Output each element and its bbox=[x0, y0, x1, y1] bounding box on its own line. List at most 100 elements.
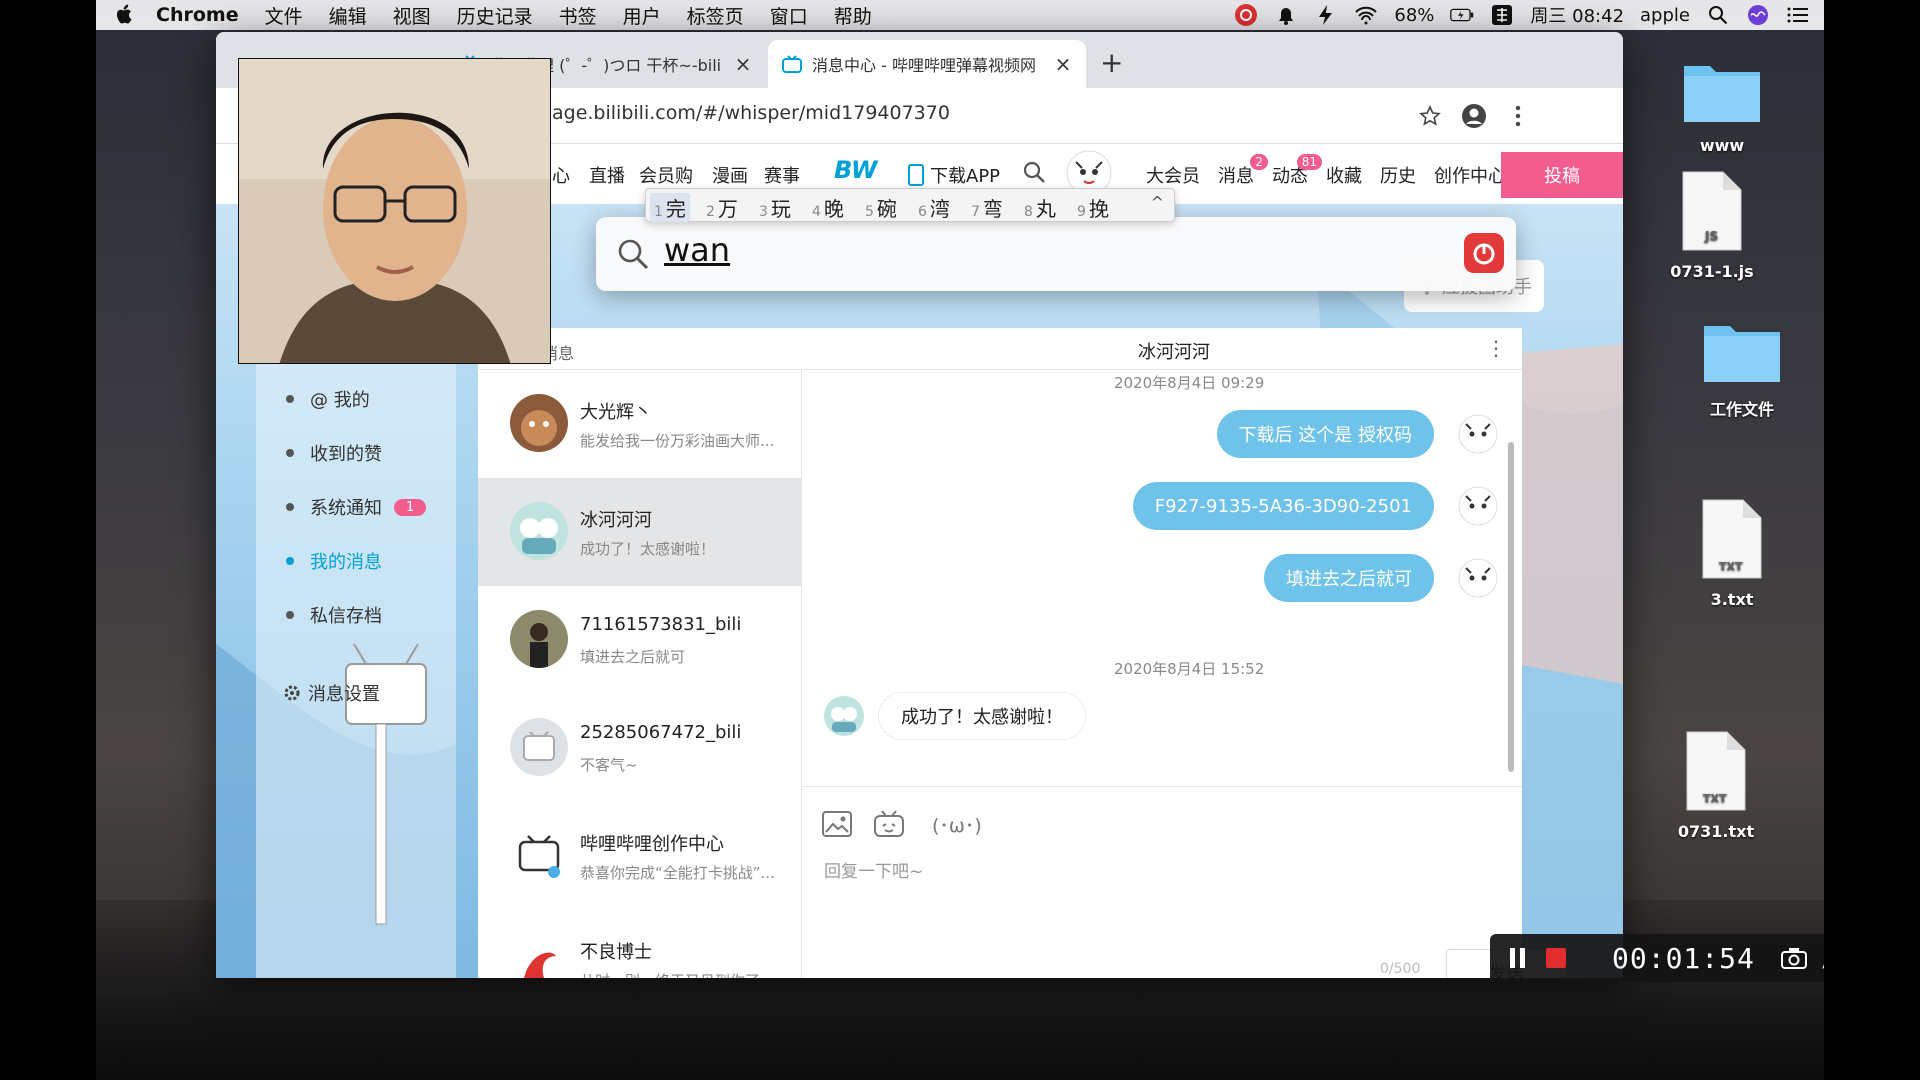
message-bubble-sent[interactable]: F927-9135-5A36-3D90-2501 bbox=[1132, 482, 1434, 530]
pen-icon[interactable] bbox=[1820, 945, 1824, 971]
webcam-overlay[interactable] bbox=[238, 58, 551, 364]
nav-manga[interactable]: 漫画 bbox=[712, 162, 748, 188]
address-bar[interactable]: age.bilibili.com/#/whisper/mid179407370 bbox=[552, 102, 950, 124]
spotlight-search-icon[interactable] bbox=[1706, 4, 1730, 26]
input-method-icon[interactable] bbox=[1490, 4, 1514, 26]
svg-text:JS: JS bbox=[1704, 229, 1718, 243]
bolt-icon[interactable] bbox=[1314, 4, 1338, 26]
ime-candidate[interactable]: 1完 bbox=[650, 193, 690, 222]
menu-help[interactable]: 帮助 bbox=[834, 2, 872, 29]
netease-music-app-icon[interactable] bbox=[1464, 233, 1504, 273]
desktop-icon-3-txt[interactable]: TXT 3.txt bbox=[1672, 498, 1792, 609]
menu-file[interactable]: 文件 bbox=[265, 2, 303, 29]
menu-history[interactable]: 历史记录 bbox=[457, 2, 533, 29]
message-bubble-received[interactable]: 成功了！太感谢啦！ bbox=[878, 692, 1086, 740]
conversation-item[interactable]: 25285067472_bili 不客气~ bbox=[478, 694, 801, 802]
notification-center-icon[interactable] bbox=[1786, 4, 1810, 26]
conversation-item-selected[interactable]: 冰河河河 成功了！太感谢啦！ bbox=[478, 478, 801, 586]
nav-messages-label: 消息 bbox=[1218, 166, 1254, 187]
ime-candidate[interactable]: 3玩 bbox=[759, 193, 791, 222]
conversation-item[interactable]: 哔哩哔哩创作中心 恭喜你完成“全能打卡挑战”... bbox=[478, 802, 801, 910]
sidebar-item-system-notice[interactable]: 系统通知 1 bbox=[286, 494, 427, 520]
desktop-icon-www[interactable]: www bbox=[1662, 56, 1782, 155]
search-input[interactable]: wan bbox=[664, 231, 730, 269]
clock[interactable]: 周三 08:42 bbox=[1530, 2, 1624, 28]
stop-record-icon[interactable] bbox=[1544, 946, 1568, 970]
candidate-char: 万 bbox=[717, 197, 738, 221]
bw-logo[interactable]: BW bbox=[834, 156, 882, 186]
nav-esports[interactable]: 赛事 bbox=[764, 162, 800, 188]
nav-messages[interactable]: 消息 2 bbox=[1218, 154, 1268, 188]
ime-candidate[interactable]: 4晚 bbox=[812, 193, 844, 222]
tab-message-center[interactable]: 消息中心 - 哔哩哔哩弹幕视频网 × bbox=[768, 40, 1086, 88]
emoji-tv-icon[interactable] bbox=[872, 809, 906, 839]
sidebar-item-archive[interactable]: 私信存档 bbox=[286, 602, 382, 628]
desktop-icon-work-folder[interactable]: 工作文件 bbox=[1682, 316, 1802, 420]
nav-vip[interactable]: 大会员 bbox=[1146, 162, 1200, 188]
bullet bbox=[286, 503, 294, 511]
ime-expand-icon[interactable]: ^ bbox=[1151, 193, 1164, 212]
profile-avatar-icon[interactable] bbox=[1460, 102, 1488, 130]
upload-button[interactable]: 投稿 bbox=[1501, 152, 1623, 198]
camera-icon[interactable] bbox=[1780, 946, 1808, 970]
more-options-icon[interactable]: ⋮ bbox=[1486, 336, 1506, 360]
ime-candidate[interactable]: 7弯 bbox=[971, 193, 1003, 222]
notification-bell-icon[interactable] bbox=[1274, 4, 1298, 26]
nav-search-icon[interactable] bbox=[1022, 160, 1046, 189]
nav-live[interactable]: 直播 bbox=[589, 162, 625, 188]
message-panel: 近期消息 冰河河河 ⋮ 大光辉丶 能发给我一份万彩油画大师... 冰河河河 成功… bbox=[478, 328, 1566, 978]
chat-scrollbar[interactable] bbox=[1508, 442, 1514, 772]
menu-view[interactable]: 视图 bbox=[393, 2, 431, 29]
battery-icon[interactable] bbox=[1450, 4, 1474, 26]
message-bubble-sent[interactable]: 下载后 这个是 授权码 bbox=[1216, 410, 1434, 458]
pause-icon[interactable] bbox=[1506, 946, 1530, 970]
nav-favorites[interactable]: 收藏 bbox=[1326, 162, 1362, 188]
menu-people[interactable]: 用户 bbox=[623, 2, 661, 29]
menu-bookmarks[interactable]: 书签 bbox=[559, 2, 597, 29]
conversation-item[interactable]: 大光辉丶 能发给我一份万彩油画大师... bbox=[478, 370, 801, 478]
apple-icon[interactable] bbox=[114, 4, 136, 26]
sidebar-item-settings[interactable]: 消息设置 bbox=[284, 680, 380, 706]
user-name[interactable]: apple bbox=[1640, 5, 1690, 26]
nav-download-app[interactable]: 下载APP bbox=[908, 162, 1000, 188]
conversation-item[interactable]: 71161573831_bili 填进去之后就可 bbox=[478, 586, 801, 694]
menu-edit[interactable]: 编辑 bbox=[329, 2, 367, 29]
dynamic-badge: 81 bbox=[1296, 154, 1322, 170]
tab-close-icon[interactable]: × bbox=[734, 52, 752, 76]
sidebar-item-my-messages[interactable]: 我的消息 bbox=[286, 548, 382, 574]
nav-history[interactable]: 历史 bbox=[1380, 162, 1416, 188]
ime-candidate[interactable]: 6湾 bbox=[918, 193, 950, 222]
image-upload-icon[interactable] bbox=[820, 809, 854, 839]
folder-icon bbox=[1704, 326, 1780, 382]
wifi-icon[interactable] bbox=[1354, 4, 1378, 26]
tab-close-icon[interactable]: × bbox=[1054, 52, 1072, 76]
char-count: 0/500 bbox=[1380, 961, 1421, 977]
sidebar-item-mentions[interactable]: @ 我的 bbox=[286, 386, 370, 412]
ime-candidate[interactable]: 5碗 bbox=[865, 193, 897, 222]
bookmark-star-icon[interactable] bbox=[1416, 102, 1444, 130]
new-tab-button[interactable]: + bbox=[1100, 46, 1123, 79]
siri-icon[interactable] bbox=[1746, 4, 1770, 26]
menu-tabs[interactable]: 标签页 bbox=[687, 2, 744, 29]
reply-input[interactable]: 回复一下吧~ bbox=[824, 857, 923, 882]
nav-creator-center[interactable]: 创作中心 bbox=[1434, 162, 1506, 188]
menu-app-name[interactable]: Chrome bbox=[156, 4, 239, 26]
nav-dynamic[interactable]: 动态 81 bbox=[1272, 154, 1322, 188]
ime-candidate[interactable]: 2万 bbox=[706, 193, 738, 222]
avatar bbox=[510, 826, 568, 884]
nav-shop[interactable]: 会员购 bbox=[639, 162, 693, 188]
desktop-icon-0731-txt[interactable]: TXT 0731.txt bbox=[1656, 730, 1776, 841]
kaomoji-button[interactable]: (･ω･) bbox=[932, 811, 982, 838]
conversation-name: 哔哩哔哩创作中心 bbox=[580, 834, 724, 855]
ime-candidate[interactable]: 9挽 bbox=[1077, 193, 1109, 222]
netease-music-status-icon[interactable] bbox=[1234, 4, 1258, 26]
candidate-number: 4 bbox=[812, 204, 821, 220]
desktop-icon-0731-1-js[interactable]: JS 0731-1.js bbox=[1652, 170, 1772, 281]
browser-menu-icon[interactable] bbox=[1504, 102, 1532, 130]
message-bubble-sent[interactable]: 填进去之后就可 bbox=[1264, 554, 1434, 602]
conversation-item[interactable]: 不良博士 儿时一别，终于又见到你了... bbox=[478, 910, 801, 978]
menu-window[interactable]: 窗口 bbox=[770, 2, 808, 29]
sidebar-item-likes[interactable]: 收到的赞 bbox=[286, 440, 382, 466]
candidate-number: 3 bbox=[759, 204, 768, 220]
ime-candidate[interactable]: 8丸 bbox=[1024, 193, 1056, 222]
